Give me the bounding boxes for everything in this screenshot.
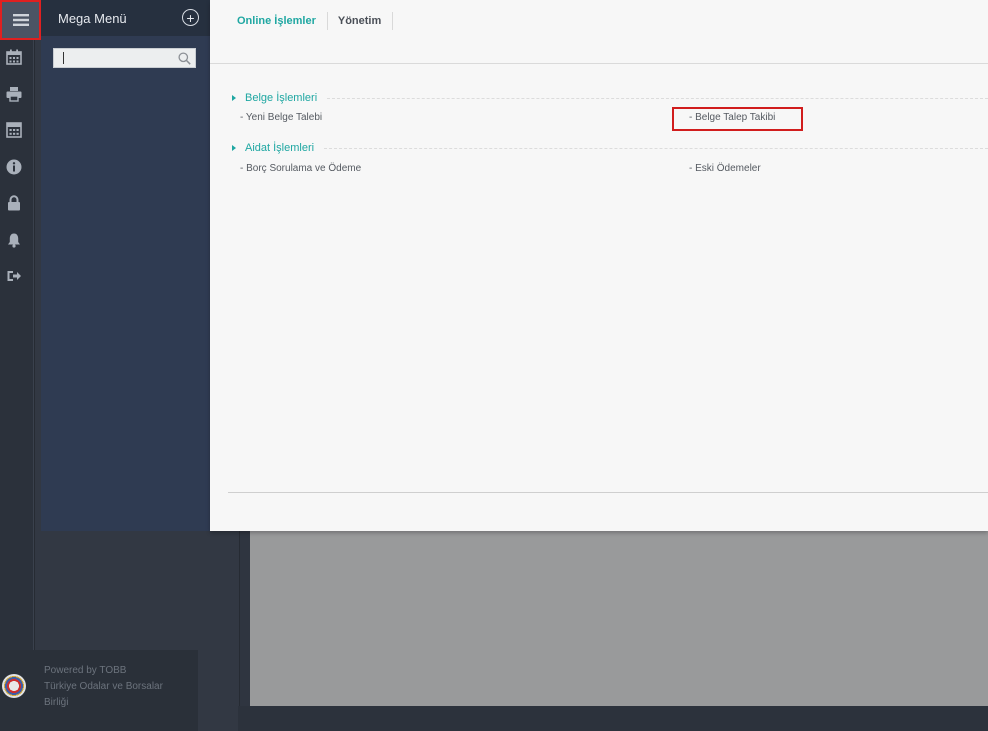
section-divider [324, 147, 988, 149]
bell-icon [8, 233, 20, 248]
tobb-logo [2, 674, 26, 698]
section-aidat-islemleri: Aidat İşlemleri [232, 142, 988, 154]
notifications-button[interactable] [0, 226, 28, 254]
menu-icon [12, 14, 29, 26]
calculator-icon [6, 122, 22, 138]
info-button[interactable] [0, 153, 28, 181]
triangle-bullet-icon [232, 95, 236, 101]
background-bottom-bar [238, 706, 988, 731]
footer: Powered by TOBB Türkiye Odalar ve Borsal… [0, 650, 198, 731]
add-button[interactable]: + [182, 9, 199, 26]
calendar-icon [6, 49, 22, 65]
info-icon [6, 159, 22, 175]
mega-menu-title: Mega Menü [58, 10, 127, 26]
print-icon [6, 87, 22, 102]
tab-online-islemler[interactable]: Online İşlemler [227, 12, 327, 30]
search-icon[interactable] [178, 52, 191, 65]
mega-menu-panel: Mega Menü + [41, 0, 210, 531]
section-divider [327, 97, 988, 99]
tab-bar: Online İşlemler Yönetim [227, 11, 394, 31]
logout-button[interactable] [0, 262, 28, 290]
footer-powered-by: Powered by TOBB [44, 665, 127, 676]
search-input[interactable] [54, 49, 178, 67]
tab-divider [210, 63, 988, 64]
mega-menu-header: Mega Menü + [41, 0, 210, 36]
triangle-bullet-icon [232, 145, 236, 151]
mega-menu-content: Online İşlemler Yönetim Belge İşlemleri … [210, 0, 988, 531]
icon-rail [0, 0, 41, 731]
print-button[interactable] [0, 80, 28, 108]
link-eski-odemeler[interactable]: - Eski Ödemeler [689, 163, 761, 174]
section-title[interactable]: Aidat İşlemleri [245, 142, 314, 154]
link-yeni-belge-talebi[interactable]: - Yeni Belge Talebi [240, 112, 322, 123]
mega-menu-search [53, 48, 196, 68]
tab-yonetim[interactable]: Yönetim [326, 12, 394, 30]
link-borc-sorulama-ve-odeme[interactable]: - Borç Sorulama ve Ödeme [240, 163, 361, 174]
calendar-button[interactable] [0, 43, 28, 71]
logout-icon [7, 271, 21, 281]
menu-toggle-button[interactable] [0, 0, 41, 40]
content-bottom-divider [228, 492, 988, 493]
section-title[interactable]: Belge İşlemleri [245, 92, 317, 104]
section-belge-islemleri: Belge İşlemleri [232, 92, 988, 104]
background-content-area [250, 530, 988, 706]
calculator-button[interactable] [0, 116, 28, 144]
text-cursor [63, 52, 64, 64]
lock-icon [8, 195, 20, 211]
highlight-box [672, 107, 803, 131]
footer-org-name-cont: Birliği [44, 697, 69, 708]
footer-org-name: Türkiye Odalar ve Borsalar [44, 681, 163, 692]
lock-button[interactable] [0, 189, 28, 217]
